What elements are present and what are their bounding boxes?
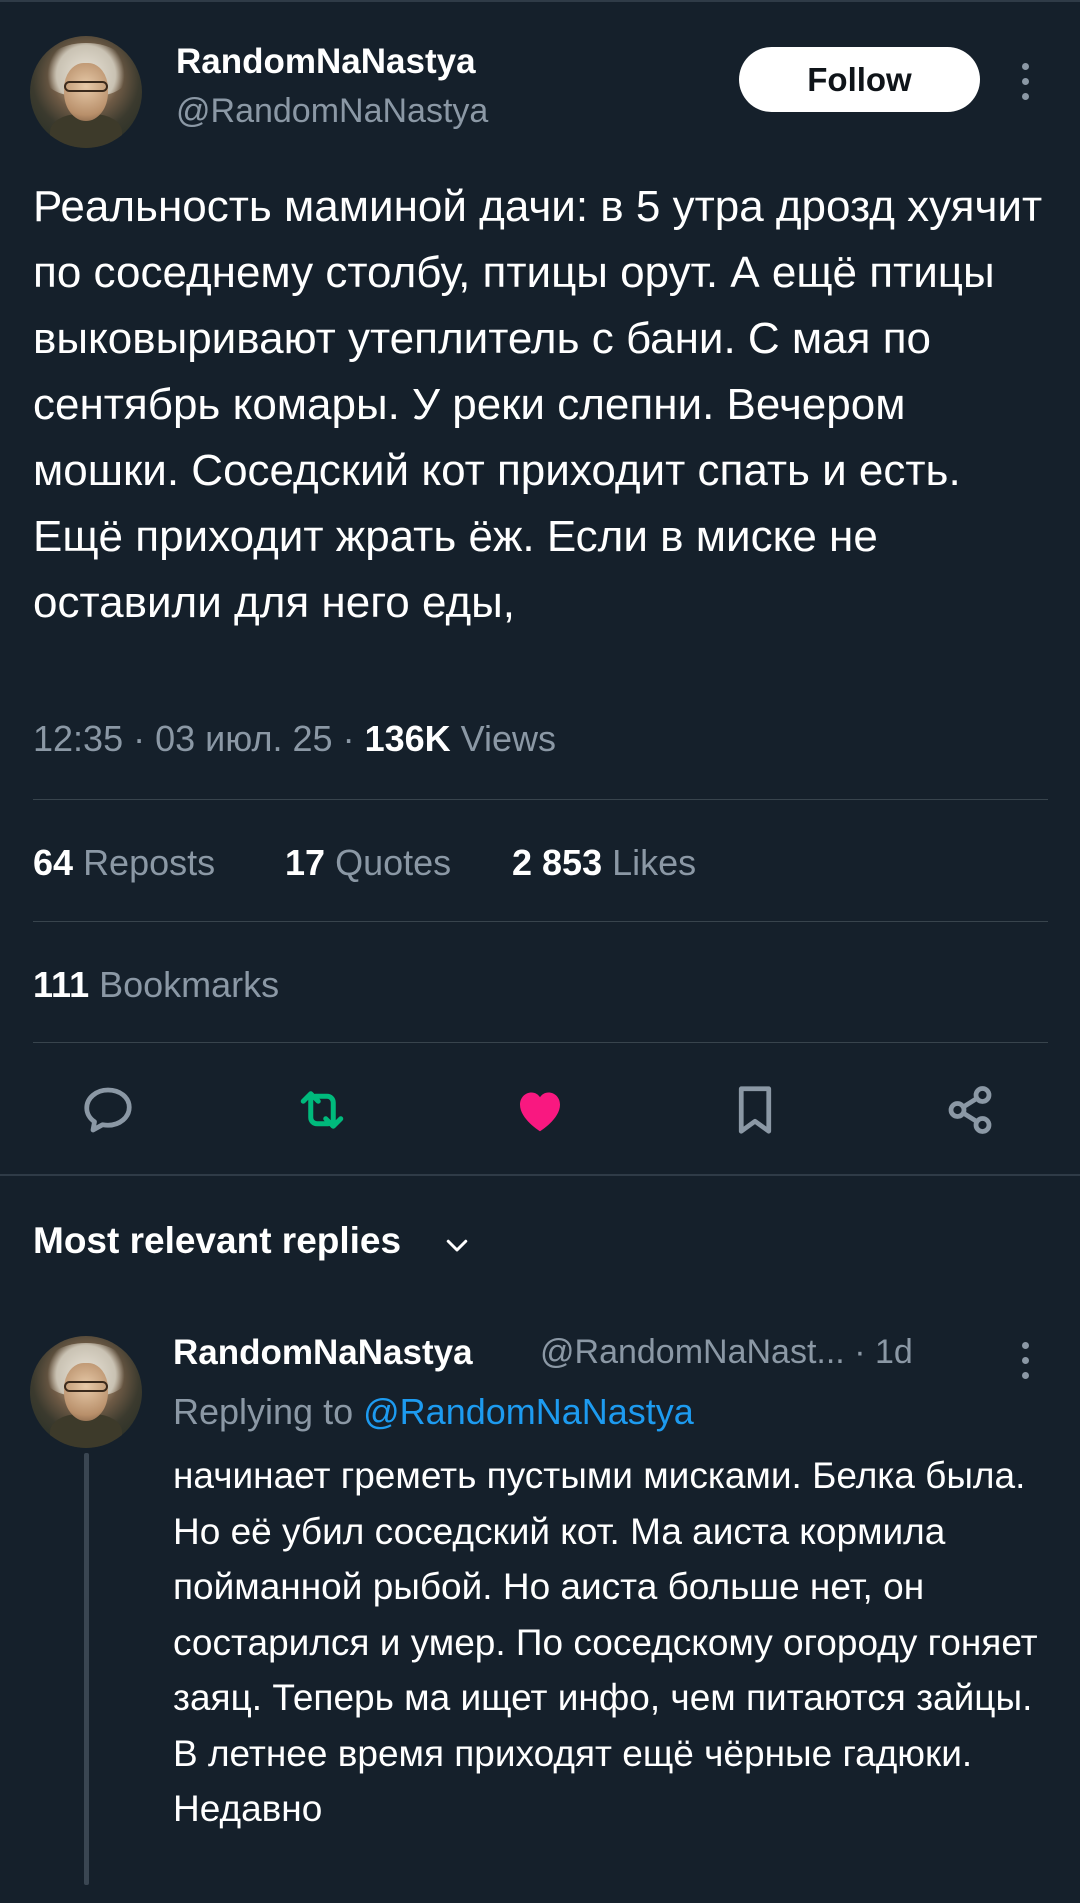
meta-separator: ·: [133, 718, 146, 759]
tweet-text: Реальность маминой дачи: в 5 утра дрозд …: [33, 182, 1043, 627]
like-button[interactable]: [510, 1080, 570, 1140]
thread-line: [84, 1453, 89, 1885]
replies-sort-label[interactable]: Most relevant replies: [33, 1220, 401, 1262]
chevron-down-icon[interactable]: [442, 1230, 472, 1260]
bookmarks-label: Bookmarks: [99, 964, 280, 1005]
reply-author-name[interactable]: RandomNaNastya: [173, 1333, 473, 1373]
divider: [33, 799, 1048, 800]
meta-separator: ·: [854, 1333, 866, 1371]
reply-icon: [84, 1087, 132, 1133]
reply-age: 1d: [874, 1333, 913, 1371]
likes-count: 2 853: [512, 842, 603, 883]
repost-button[interactable]: [292, 1080, 352, 1140]
reply-more-options-icon[interactable]: [1019, 1342, 1031, 1387]
meta-separator: ·: [342, 718, 355, 759]
reply-text-paragraph: В летнее время приходят ещё чёрные гадюк…: [173, 1732, 973, 1830]
share-icon: [948, 1086, 992, 1134]
author-handle[interactable]: @RandomNaNastya: [176, 92, 488, 131]
tweet-time[interactable]: 12:35: [33, 718, 123, 759]
reply-avatar[interactable]: [30, 1336, 142, 1448]
likes-label: Likes: [612, 842, 697, 883]
bookmarks-stat[interactable]: 111 Bookmarks: [33, 964, 279, 1006]
views-count: 136K: [364, 718, 451, 759]
more-options-icon[interactable]: [1019, 63, 1031, 108]
like-icon: [520, 1092, 560, 1132]
section-divider: [0, 1174, 1080, 1176]
quotes-label: Quotes: [335, 842, 452, 883]
reposts-count: 64: [33, 842, 74, 883]
bookmark-icon: [738, 1086, 772, 1134]
repost-icon: [300, 1091, 344, 1129]
tweet-date[interactable]: 03 июл. 25: [155, 718, 332, 759]
author-avatar[interactable]: [30, 36, 142, 148]
author-name[interactable]: RandomNaNastya: [176, 42, 476, 82]
follow-button[interactable]: Follow: [739, 47, 980, 112]
quotes-stat[interactable]: 17 Quotes: [285, 842, 451, 884]
replying-to-prefix: Replying to: [173, 1391, 354, 1432]
quotes-count: 17: [285, 842, 326, 883]
views-label: Views: [460, 718, 557, 759]
reply-author-handle[interactable]: @RandomNaNast...: [540, 1333, 845, 1371]
divider: [33, 921, 1048, 922]
reply-button[interactable]: [78, 1080, 138, 1140]
likes-stat[interactable]: 2 853 Likes: [512, 842, 696, 884]
bookmark-button[interactable]: [725, 1080, 785, 1140]
replying-to-mention[interactable]: @RandomNaNastya: [363, 1391, 694, 1432]
share-button[interactable]: [940, 1080, 1000, 1140]
reply-text: начинает греметь пустыми мисками. Белка …: [173, 1448, 1053, 1837]
reposts-stat[interactable]: 64 Reposts: [33, 842, 215, 884]
top-border: [0, 0, 1080, 2]
reposts-label: Reposts: [83, 842, 216, 883]
bookmarks-count: 111: [33, 964, 90, 1005]
tweet-meta: 12:35 · 03 июл. 25 · 136K Views: [33, 718, 556, 760]
replying-to: Replying to @RandomNaNastya: [173, 1391, 694, 1433]
divider: [33, 1042, 1048, 1043]
reply-text-paragraph: начинает греметь пустыми мисками. Белка …: [173, 1455, 1038, 1718]
reply-meta: @RandomNaNast... · 1d: [540, 1333, 913, 1372]
